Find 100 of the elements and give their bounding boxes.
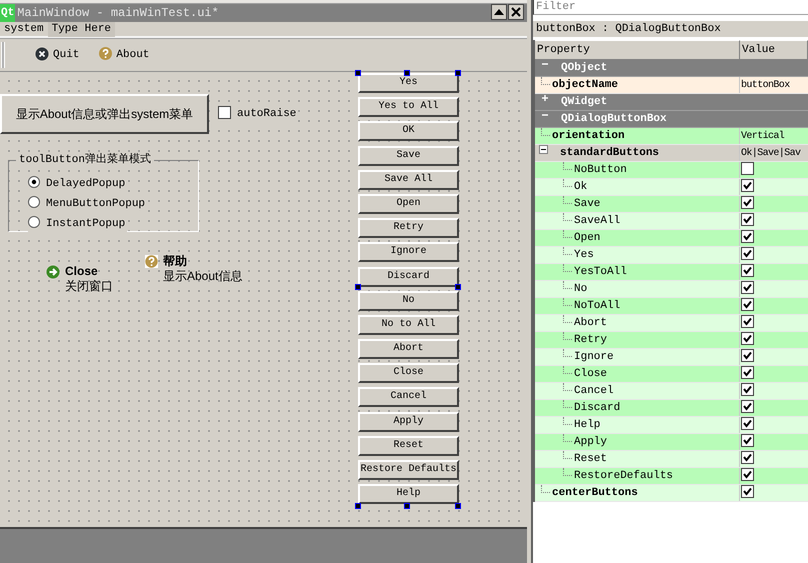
checkbox-label: autoRaise xyxy=(237,107,296,122)
tool-button[interactable]: Close 关闭窗口 xyxy=(46,264,113,294)
property-name: Reset xyxy=(574,452,608,467)
checkbox[interactable] xyxy=(741,417,754,430)
help-icon xyxy=(99,46,112,60)
property-name: standardButtons xyxy=(560,146,660,161)
checkbox[interactable] xyxy=(741,247,754,260)
restore-button[interactable] xyxy=(491,4,507,20)
checkbox[interactable] xyxy=(741,434,754,447)
checkbox[interactable] xyxy=(741,468,754,481)
toolbar-grip xyxy=(1,42,5,68)
dialog-button[interactable]: Open xyxy=(358,194,459,214)
selection-handle[interactable] xyxy=(355,70,361,76)
tree-connector xyxy=(541,77,550,85)
property-name: Ignore xyxy=(574,350,614,365)
property-value: Ok|Save|Sav xyxy=(741,146,800,160)
category-row[interactable]: QWidget xyxy=(535,94,808,111)
dialog-button[interactable]: Abort xyxy=(358,339,459,360)
property-name: No xyxy=(574,282,588,297)
selection-handle[interactable] xyxy=(455,70,461,76)
dialog-button[interactable]: Yes to All xyxy=(358,97,459,118)
tool-button-subtitle: 关闭窗口 xyxy=(65,279,113,294)
checkbox[interactable] xyxy=(741,196,754,209)
help-icon xyxy=(145,255,158,268)
dialog-button[interactable]: Save xyxy=(358,146,459,166)
category-row[interactable]: QDialogButtonBox xyxy=(535,111,808,128)
menu-item[interactable]: Type Here xyxy=(48,22,116,36)
property-name: Open xyxy=(574,230,600,246)
arrow-icon xyxy=(46,265,60,279)
category-row[interactable]: QObject xyxy=(535,60,808,77)
toolbar-button[interactable]: Quit xyxy=(35,46,80,64)
radio-button[interactable] xyxy=(28,216,40,228)
property-name: Close xyxy=(574,366,608,382)
object-label: buttonBox : QDialogButtonBox xyxy=(536,22,721,37)
property-value: Vertical xyxy=(741,130,784,144)
checkbox[interactable] xyxy=(741,162,754,175)
selection-handle[interactable] xyxy=(455,503,461,509)
close-button[interactable] xyxy=(508,4,524,20)
checkbox[interactable] xyxy=(741,264,754,277)
property-name: objectName xyxy=(552,78,618,93)
category-name: QObject xyxy=(561,60,608,76)
selection-handle[interactable] xyxy=(404,70,410,76)
dialog-button[interactable]: Yes xyxy=(358,73,459,93)
menu-item[interactable]: system xyxy=(0,22,48,36)
property-name: Ok xyxy=(574,180,588,195)
close-icon xyxy=(35,46,49,61)
dialog-button[interactable]: No xyxy=(358,290,459,311)
dialog-button[interactable]: No to All xyxy=(358,314,459,335)
property-value: buttonBox xyxy=(741,78,790,92)
column-header[interactable]: Property xyxy=(535,40,740,60)
radio-button[interactable] xyxy=(28,176,40,188)
dialog-button[interactable]: Help xyxy=(358,484,459,504)
dialog-button[interactable]: Apply xyxy=(358,412,459,432)
property-name: Help xyxy=(574,418,600,433)
dialog-button[interactable]: OK xyxy=(358,121,459,142)
collapse-icon[interactable] xyxy=(539,145,548,154)
dialog-button[interactable]: Discard xyxy=(358,266,459,286)
tool-button[interactable]: 帮助 显示About信息 xyxy=(145,254,242,284)
property-name: RestoreDefaults xyxy=(574,468,674,484)
checkbox[interactable] xyxy=(741,230,754,243)
checkbox[interactable] xyxy=(741,383,754,396)
checkbox[interactable] xyxy=(741,281,754,294)
radio-button[interactable] xyxy=(28,196,40,208)
selection-handle[interactable] xyxy=(355,503,361,509)
property-name: Save xyxy=(574,196,600,212)
dialog-button[interactable]: Ignore xyxy=(358,242,459,262)
property-name: orientation xyxy=(552,128,625,144)
checkbox[interactable] xyxy=(741,298,754,311)
checkbox[interactable] xyxy=(741,213,754,226)
property-name: Cancel xyxy=(574,384,614,399)
property-name: NoButton xyxy=(574,162,627,178)
property-name: Yes xyxy=(574,248,594,263)
filter-field[interactable]: Filter xyxy=(533,0,808,15)
checkbox[interactable] xyxy=(741,400,754,413)
checkbox[interactable] xyxy=(741,179,754,192)
checkbox[interactable] xyxy=(741,366,754,379)
expand-icon[interactable] xyxy=(541,94,549,102)
category-name: QDialogButtonBox xyxy=(561,112,667,127)
dialog-button[interactable]: Restore Defaults xyxy=(358,460,459,480)
checkbox[interactable] xyxy=(741,485,754,498)
checkbox[interactable] xyxy=(741,451,754,464)
checkbox[interactable] xyxy=(741,349,754,362)
selection-handle[interactable] xyxy=(455,284,461,290)
dialog-button[interactable]: Reset xyxy=(358,436,459,456)
tool-button-title: 帮助 xyxy=(163,254,188,269)
selection-handle[interactable] xyxy=(404,503,410,509)
toolbar-button[interactable]: About xyxy=(99,46,150,64)
dialog-button[interactable]: Retry xyxy=(358,218,459,238)
tree-connector xyxy=(541,128,550,136)
property-name: SaveAll xyxy=(574,214,620,229)
checkbox[interactable] xyxy=(741,332,754,345)
checkbox[interactable] xyxy=(218,106,231,119)
dialog-button[interactable]: Save All xyxy=(358,170,459,190)
radio-label: InstantPopup xyxy=(46,217,126,232)
push-button[interactable]: 显示About信息或弹出system菜单 xyxy=(0,94,209,134)
dialog-button[interactable]: Close xyxy=(358,363,459,384)
checkbox[interactable] xyxy=(741,315,754,328)
selection-handle[interactable] xyxy=(355,284,361,290)
dialog-button[interactable]: Cancel xyxy=(358,387,459,408)
property-name: NoToAll xyxy=(574,298,620,314)
